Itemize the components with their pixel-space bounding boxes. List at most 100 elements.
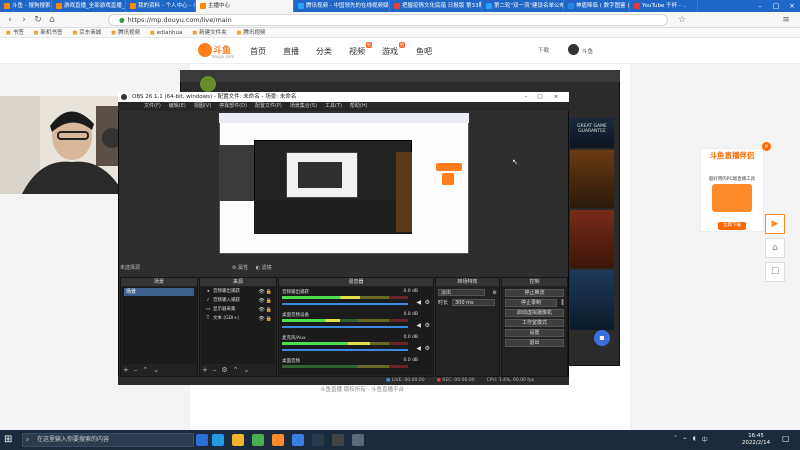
source-item[interactable]: ▭ 显示器采集 👁🔒 <box>203 306 273 314</box>
gear-icon[interactable]: ⚙ <box>221 365 227 375</box>
menu-scene-collection[interactable]: 场景集合(S) <box>290 102 317 111</box>
visibility-lock-icons[interactable]: 👁🔒 <box>258 297 273 305</box>
play-icon[interactable]: ▶ <box>765 214 785 234</box>
speaker-icon[interactable]: ◀ <box>416 299 421 306</box>
bookmark-item[interactable]: 新建文件夹 <box>192 28 227 37</box>
close-icon[interactable]: × <box>784 0 800 12</box>
remove-icon[interactable]: – <box>213 365 217 375</box>
move-up-icon[interactable]: ⌃ <box>233 365 239 375</box>
forward-icon[interactable]: › <box>18 14 30 26</box>
visibility-lock-icons[interactable]: 👁🔒 <box>258 288 273 296</box>
menu-tools[interactable]: 工具(T) <box>325 102 342 111</box>
maximize-icon[interactable]: □ <box>534 92 546 102</box>
studio-mode-button[interactable]: 工作室模式 <box>505 319 564 327</box>
streamer-avatar[interactable] <box>200 76 216 92</box>
network-icon[interactable]: ⌁ <box>683 435 687 444</box>
move-up-icon[interactable]: ⌃ <box>142 365 148 375</box>
browser-tab[interactable]: 神盾降临 ( 数字图鉴 ) - 知乎 <box>564 0 630 12</box>
nav-live[interactable]: 直播 <box>283 46 299 57</box>
menu-profile[interactable]: 配置文件(P) <box>255 102 282 111</box>
nav-games[interactable]: 游戏热 <box>382 42 405 57</box>
pause-icon[interactable]: ‖ <box>561 299 564 306</box>
properties-button[interactable]: 属性 <box>238 265 248 271</box>
maximize-icon[interactable]: □ <box>768 0 784 12</box>
nav-video[interactable]: 视频新 <box>349 42 372 57</box>
stop-streaming-button[interactable]: 停止推流 <box>505 289 564 297</box>
reload-icon[interactable]: ↻ <box>32 14 44 26</box>
volume-slider[interactable] <box>282 303 408 305</box>
app-icon[interactable] <box>352 434 364 446</box>
filters-button[interactable]: 滤镜 <box>262 265 272 271</box>
minimize-icon[interactable]: – <box>520 92 532 102</box>
add-icon[interactable]: + <box>202 365 208 375</box>
menu-docks[interactable]: 停靠部件(D) <box>219 102 247 111</box>
thumbnail[interactable] <box>570 270 614 330</box>
speaker-icon[interactable]: ◀ <box>416 345 421 352</box>
ime-icon[interactable]: 中 <box>702 435 708 444</box>
taskbar-search[interactable]: ⌕ 在这里输入你要搜索的内容 <box>22 433 194 447</box>
close-icon[interactable]: × <box>762 142 771 151</box>
browser-tab[interactable]: 把握疫情文化底蕴 日报版 第33期 <box>390 0 482 12</box>
url-field[interactable]: ● https://mp.douyu.com/live/main <box>108 14 668 26</box>
gear-icon[interactable]: ⚙ <box>425 299 430 306</box>
notification-icon[interactable]: ▢ <box>782 434 794 446</box>
avatar[interactable] <box>568 44 579 55</box>
virtual-camera-button[interactable]: 启动虚拟摄像机 <box>505 309 564 317</box>
menu-icon[interactable]: ≡ <box>780 14 792 26</box>
browser-tab[interactable]: 腾讯视频 - 中国领先的在线视频媒体 <box>294 0 390 12</box>
source-item[interactable]: ◂ 音频输出捕获 👁🔒 <box>203 288 273 296</box>
move-down-icon[interactable]: ⌄ <box>244 365 250 375</box>
steam-icon[interactable] <box>312 434 324 446</box>
menu-help[interactable]: 帮助(H) <box>350 102 368 111</box>
nav-home[interactable]: 首页 <box>250 46 266 57</box>
browser-icon[interactable] <box>292 434 304 446</box>
nav-fishbar[interactable]: 鱼吧 <box>416 46 432 57</box>
gear-icon[interactable]: ⚙ <box>425 345 430 352</box>
move-down-icon[interactable]: ⌄ <box>153 365 159 375</box>
menu-edit[interactable]: 编辑(E) <box>169 102 186 111</box>
visibility-lock-icons[interactable]: 👁🔒 <box>258 315 273 323</box>
username[interactable]: 斗鱼 <box>582 47 593 55</box>
menu-view[interactable]: 视图(V) <box>194 102 211 111</box>
browser-tab[interactable]: 斗鱼 - 搜狗搜索 <box>0 0 52 12</box>
feedback-icon[interactable]: ☐ <box>765 262 785 282</box>
download-link[interactable]: 下载 <box>538 46 549 54</box>
star-icon[interactable]: ☆ <box>676 14 688 26</box>
bookmark-item[interactable]: 书签 <box>6 28 24 37</box>
source-item[interactable]: ♪ 音频输入捕获 👁🔒 <box>203 297 273 305</box>
add-icon[interactable]: + <box>123 365 129 375</box>
douyu-app-icon[interactable] <box>272 434 284 446</box>
bookmark-item[interactable]: 新机书签 <box>34 28 62 37</box>
stop-recording-button[interactable]: 停止录制 <box>505 299 557 307</box>
volume-icon[interactable]: ◖ <box>693 435 696 444</box>
bookmark-item[interactable]: 腾讯视频 <box>111 28 140 37</box>
exit-button[interactable]: 退出 <box>505 339 564 347</box>
minimize-icon[interactable]: – <box>752 0 768 12</box>
volume-slider[interactable] <box>282 326 408 328</box>
bookmark-item[interactable]: edianhua <box>150 28 183 37</box>
browser-tab[interactable]: YouTube 千杯 - .. <box>630 0 698 12</box>
bookmark-item[interactable]: 京东商城 <box>73 28 101 37</box>
close-icon[interactable]: × <box>550 92 562 102</box>
file-explorer-icon[interactable] <box>232 434 244 446</box>
chrome-icon[interactable] <box>252 434 264 446</box>
speaker-icon[interactable]: ◀ <box>416 322 421 329</box>
browser-tab-active[interactable]: 主播中心 <box>196 0 294 12</box>
douyu-logo[interactable]: 斗鱼 douyu.com <box>198 41 234 61</box>
menu-file[interactable]: 文件(F) <box>144 102 161 111</box>
nav-category[interactable]: 分类 <box>316 46 332 57</box>
chat-bubble-icon[interactable]: ▪ <box>594 330 610 346</box>
windows-start-icon[interactable]: ⊞ <box>4 434 16 446</box>
obs-taskbar-icon[interactable] <box>332 434 344 446</box>
edge-icon[interactable] <box>212 434 224 446</box>
thumbnail[interactable] <box>570 150 614 208</box>
thumbnail[interactable] <box>570 210 614 268</box>
bookmark-item[interactable]: 腾讯视频 <box>237 28 265 37</box>
gear-icon[interactable]: ⚙ <box>425 322 430 329</box>
chevron-up-icon[interactable]: ˄ <box>674 435 677 444</box>
home-icon[interactable]: ⌂ <box>46 14 58 26</box>
taskbar-clock[interactable]: 16:45 2022/2/14 <box>736 433 776 447</box>
task-view-icon[interactable] <box>196 434 208 446</box>
home-icon[interactable]: ⌂ <box>765 238 785 258</box>
scene-item[interactable]: 场景 <box>124 288 194 296</box>
